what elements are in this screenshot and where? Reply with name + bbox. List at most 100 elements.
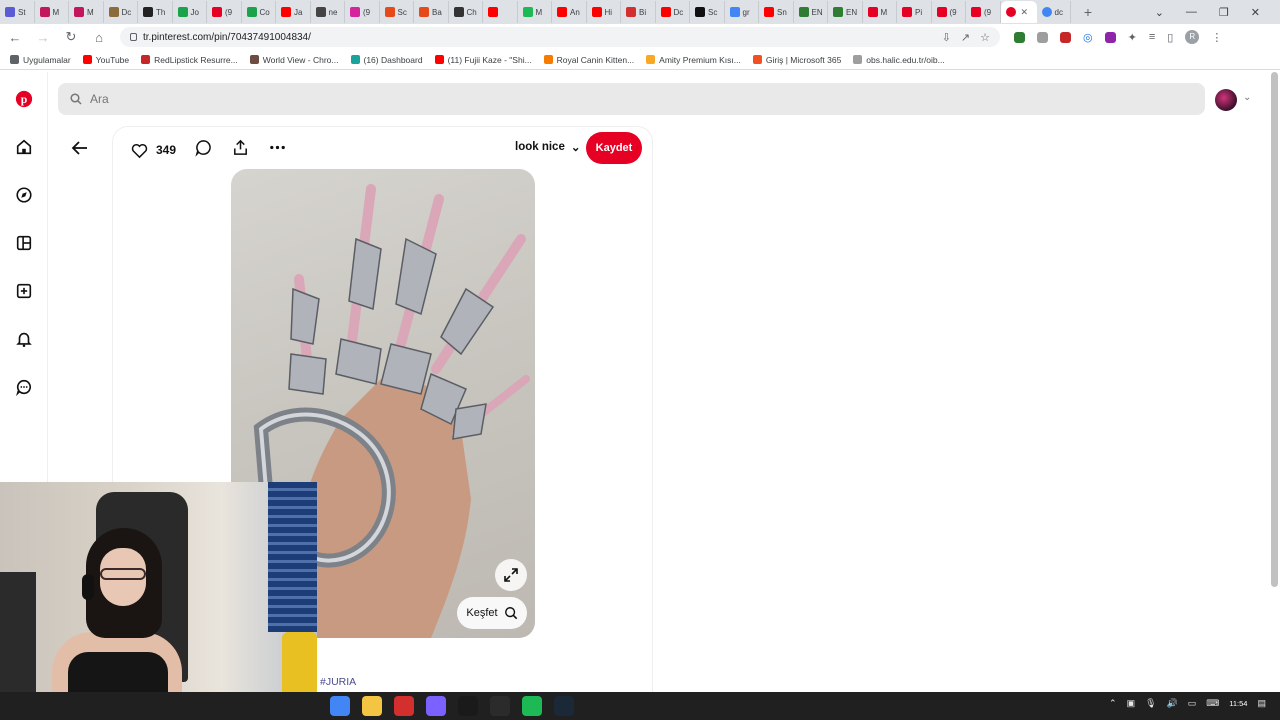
browser-tab[interactable]: M (863, 1, 897, 23)
menu-icon[interactable]: ⋮ (1211, 31, 1222, 44)
browser-tab[interactable]: gr (725, 1, 759, 23)
reload-button[interactable]: ↻ (64, 29, 78, 45)
taskbar-app-icon[interactable] (362, 696, 382, 716)
bookmark-item[interactable]: Amity Premium Kısı... (646, 55, 741, 65)
browser-tab[interactable]: (9 (932, 1, 966, 23)
browser-tab[interactable]: Dc (656, 1, 690, 23)
bookmark-item[interactable]: YouTube (82, 55, 129, 65)
taskbar-app-icon[interactable] (522, 696, 542, 716)
reading-list-icon[interactable]: ≡ (1149, 31, 1155, 43)
notifications-bell-icon[interactable] (14, 329, 34, 349)
browser-tab[interactable] (483, 1, 518, 23)
comment-icon[interactable] (194, 138, 213, 162)
bookmark-item[interactable]: Uygulamalar (10, 55, 71, 65)
share-upload-icon[interactable] (231, 138, 250, 162)
browser-tab[interactable]: M (69, 1, 104, 23)
explore-compass-icon[interactable] (14, 185, 34, 205)
address-bar[interactable]: tr.pinterest.com/pin/70437491004834/ ⇩ ↗… (120, 27, 1000, 47)
home-button[interactable]: ⌂ (92, 30, 106, 45)
extension-icon[interactable] (1104, 31, 1116, 43)
keyboard-icon[interactable]: ⌨ (1206, 698, 1219, 709)
browser-tab[interactable]: An (552, 1, 587, 23)
shield-extension-icon[interactable] (1014, 31, 1025, 43)
search-input[interactable]: Ara (58, 83, 1205, 115)
browser-tab[interactable]: EN (794, 1, 828, 23)
restore-button[interactable]: ❐ (1219, 6, 1229, 19)
minimize-button[interactable]: — (1186, 6, 1197, 19)
home-icon[interactable] (14, 137, 34, 157)
page-scrollbar[interactable] (1271, 72, 1278, 587)
tray-chevron-up-icon[interactable]: ⌃ (1109, 698, 1117, 709)
browser-tab[interactable]: M (518, 1, 552, 23)
bookmark-item[interactable]: Royal Canin Kitten... (543, 55, 634, 65)
tray-app-icon[interactable]: ▣ (1127, 698, 1136, 709)
browser-tab[interactable]: ne (311, 1, 345, 23)
messages-icon[interactable] (14, 377, 34, 397)
browser-tab[interactable]: Sc (380, 1, 414, 23)
back-button[interactable]: ← (8, 30, 22, 45)
browser-tab[interactable]: Sn (759, 1, 794, 23)
install-icon[interactable]: ⇩ (942, 31, 951, 44)
explore-visual-search-button[interactable]: Keşfet (457, 597, 527, 629)
browser-tab[interactable]: (9 (966, 1, 1001, 23)
bookmark-item[interactable]: RedLipstick Resurre... (141, 55, 238, 65)
notifications-icon[interactable]: ▤ (1257, 698, 1266, 709)
board-selector-dropdown[interactable]: look nice ⌄ (515, 140, 581, 154)
audio-extension-icon[interactable]: ◎ (1083, 31, 1093, 44)
volume-icon[interactable]: 🔊 (1167, 698, 1178, 709)
taskbar-app-icon[interactable] (458, 696, 478, 716)
browser-tab[interactable]: Hi (587, 1, 621, 23)
profile-avatar[interactable]: R (1185, 30, 1200, 44)
clock[interactable]: 11:54 (1229, 699, 1247, 708)
extension-icon[interactable] (1037, 31, 1048, 43)
extension-icon[interactable] (1060, 31, 1071, 43)
browser-tab[interactable]: (9 (345, 1, 380, 23)
browser-tab[interactable]: Ba (414, 1, 449, 23)
close-tab-icon[interactable]: ✕ (1021, 7, 1029, 18)
browser-tab[interactable]: Ja (276, 1, 311, 23)
bookmark-item[interactable]: obs.halic.edu.tr/oib... (853, 55, 945, 65)
bookmark-item[interactable]: World View - Chro... (249, 55, 339, 65)
create-plus-icon[interactable] (14, 281, 34, 301)
pin-hashtag-link[interactable]: #JURIA (320, 676, 356, 688)
pinterest-logo-icon[interactable]: p (14, 89, 34, 109)
bookmark-item[interactable]: (11) Fujii Kaze - "Shi... (434, 55, 532, 65)
browser-tab[interactable]: Sc (690, 1, 725, 23)
account-chevron-down-icon[interactable]: ⌄ (1243, 92, 1251, 103)
taskbar-app-icon[interactable] (394, 696, 414, 716)
taskbar-app-icon[interactable] (426, 696, 446, 716)
browser-tab[interactable]: Co (242, 1, 276, 23)
bookmark-item[interactable]: (16) Dashboard (350, 55, 423, 65)
new-tab-button[interactable]: + (1077, 4, 1099, 20)
tab-last[interactable]: dc (1037, 1, 1071, 23)
lock-icon[interactable] (130, 33, 137, 41)
bookmark-item[interactable]: Giriş | Microsoft 365 (752, 55, 841, 65)
taskbar-app-icon[interactable] (490, 696, 510, 716)
taskbar-app-icon[interactable] (330, 696, 350, 716)
close-window-button[interactable]: ✕ (1251, 6, 1260, 19)
browser-tab[interactable]: Pi (897, 1, 932, 23)
browser-tab[interactable]: Th (138, 1, 173, 23)
save-button[interactable]: Kaydet (586, 132, 642, 164)
browser-tab[interactable]: Ch (449, 1, 483, 23)
forward-button[interactable]: → (36, 30, 50, 45)
tab-search-icon[interactable]: ⌄ (1155, 6, 1164, 19)
bookmark-star-icon[interactable]: ☆ (980, 31, 990, 44)
boards-icon[interactable] (14, 233, 34, 253)
browser-tab[interactable]: (9 (207, 1, 242, 23)
share-icon[interactable]: ↗ (961, 31, 970, 44)
browser-tab[interactable]: Jo (173, 1, 207, 23)
browser-tab[interactable]: St (0, 1, 35, 23)
browser-tab[interactable]: Bi (621, 1, 656, 23)
browser-tab[interactable]: EN (828, 1, 863, 23)
network-icon[interactable]: ▭ (1188, 698, 1197, 709)
microphone-icon[interactable]: 🎙 (1145, 698, 1156, 709)
like-button[interactable]: 349 (130, 141, 176, 160)
more-options-icon[interactable] (268, 138, 287, 162)
back-arrow-icon[interactable] (70, 138, 90, 158)
browser-tab[interactable]: Dc (104, 1, 138, 23)
user-avatar[interactable] (1215, 89, 1237, 111)
side-panel-icon[interactable]: ▯ (1167, 31, 1173, 44)
browser-tab[interactable]: M (35, 1, 69, 23)
expand-image-button[interactable] (495, 559, 527, 591)
